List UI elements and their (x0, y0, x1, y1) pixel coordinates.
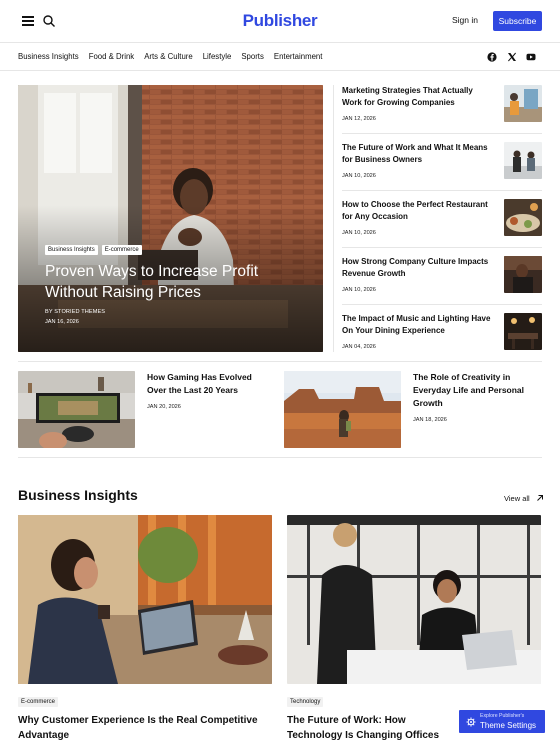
subscribe-button[interactable]: Subscribe (493, 11, 542, 31)
hero-tags: Business Insights E-commerce (45, 245, 142, 255)
section-divider (18, 457, 542, 458)
list-divider (342, 133, 542, 134)
list-divider (342, 247, 542, 248)
list-item[interactable]: Marketing Strategies That Actually Work … (342, 85, 542, 123)
list-item-date: JAN 10, 2026 (342, 287, 376, 293)
youtube-icon[interactable] (526, 52, 536, 62)
sign-in-link[interactable]: Sign in (452, 15, 478, 25)
list-item-title[interactable]: Marketing Strategies That Actually Work … (342, 85, 492, 109)
site-header: Publisher Sign in Subscribe (0, 0, 560, 43)
hero-date: JAN 16, 2026 (45, 319, 79, 325)
card-tag[interactable]: E-commerce (18, 697, 59, 707)
list-item-title[interactable]: The Impact of Music and Lighting Have On… (342, 313, 492, 337)
card-tag[interactable]: Technology (287, 697, 324, 707)
arrow-up-right-icon (536, 495, 543, 501)
list-item-title[interactable]: The Future of Work and What It Means for… (342, 142, 492, 166)
article-date: JAN 20, 2026 (147, 404, 181, 410)
list-item-title[interactable]: How to Choose the Perfect Restaurant for… (342, 199, 492, 223)
nav-item-entertainment[interactable]: Entertainment (274, 52, 323, 64)
article-date: JAN 18, 2026 (413, 417, 447, 423)
section-title[interactable]: Business Insights (18, 487, 138, 503)
theme-settings-label: Theme Settings (480, 721, 537, 730)
theme-settings-button[interactable]: Explore Publisher's Theme Settings (459, 710, 545, 733)
hero-tag-ecommerce[interactable]: E-commerce (101, 245, 142, 255)
article-thumbnail[interactable] (18, 371, 135, 448)
list-item-date: JAN 12, 2026 (342, 116, 376, 122)
article-title[interactable]: The Role of Creativity in Everyday Life … (413, 371, 543, 410)
list-item-thumbnail[interactable] (504, 85, 542, 122)
hero-author: BY STORIED THEMES (45, 309, 106, 315)
list-item-thumbnail[interactable] (504, 199, 542, 236)
view-all-link[interactable]: View all (504, 494, 544, 503)
list-item-title[interactable]: How Strong Company Culture Impacts Reven… (342, 256, 492, 280)
nav-item-arts-culture[interactable]: Arts & Culture (144, 52, 193, 64)
hero-title[interactable]: Proven Ways to Increase Profit Without R… (45, 261, 305, 303)
facebook-icon[interactable] (487, 52, 497, 62)
list-item[interactable]: The Impact of Music and Lighting Have On… (342, 313, 542, 351)
section-divider (18, 361, 542, 362)
list-item-thumbnail[interactable] (504, 256, 542, 293)
column-divider (333, 85, 334, 352)
nav-item-business-insights[interactable]: Business Insights (18, 52, 79, 64)
nav-item-lifestyle[interactable]: Lifestyle (203, 52, 232, 64)
list-item[interactable]: How Strong Company Culture Impacts Reven… (342, 256, 542, 294)
card-image[interactable] (18, 515, 272, 684)
article-thumbnail[interactable] (284, 371, 401, 448)
theme-settings-subtitle: Explore Publisher's (480, 713, 525, 719)
list-item-thumbnail[interactable] (504, 142, 542, 179)
article-title[interactable]: How Gaming Has Evolved Over the Last 20 … (147, 371, 267, 397)
list-item-thumbnail[interactable] (504, 313, 542, 350)
header-divider (0, 42, 560, 43)
list-divider (342, 190, 542, 191)
card-image[interactable] (287, 515, 541, 684)
nav-item-sports[interactable]: Sports (241, 52, 264, 64)
list-item-date: JAN 04, 2026 (342, 344, 376, 350)
nav-item-food-drink[interactable]: Food & Drink (89, 52, 135, 64)
view-all-label: View all (504, 494, 530, 503)
x-icon[interactable] (507, 52, 517, 62)
list-item-date: JAN 10, 2026 (342, 173, 376, 179)
category-nav: Business Insights Food & Drink Arts & Cu… (18, 52, 332, 64)
nav-divider (0, 70, 560, 71)
list-item[interactable]: How to Choose the Perfect Restaurant for… (342, 199, 542, 237)
gear-icon (466, 717, 476, 727)
card-title[interactable]: Why Customer Experience Is the Real Comp… (18, 713, 272, 743)
list-item[interactable]: The Future of Work and What It Means for… (342, 142, 542, 180)
hero-tag-business-insights[interactable]: Business Insights (45, 245, 98, 255)
list-divider (342, 304, 542, 305)
card-title[interactable]: The Future of Work: How Technology Is Ch… (287, 713, 462, 743)
list-item-date: JAN 10, 2026 (342, 230, 376, 236)
